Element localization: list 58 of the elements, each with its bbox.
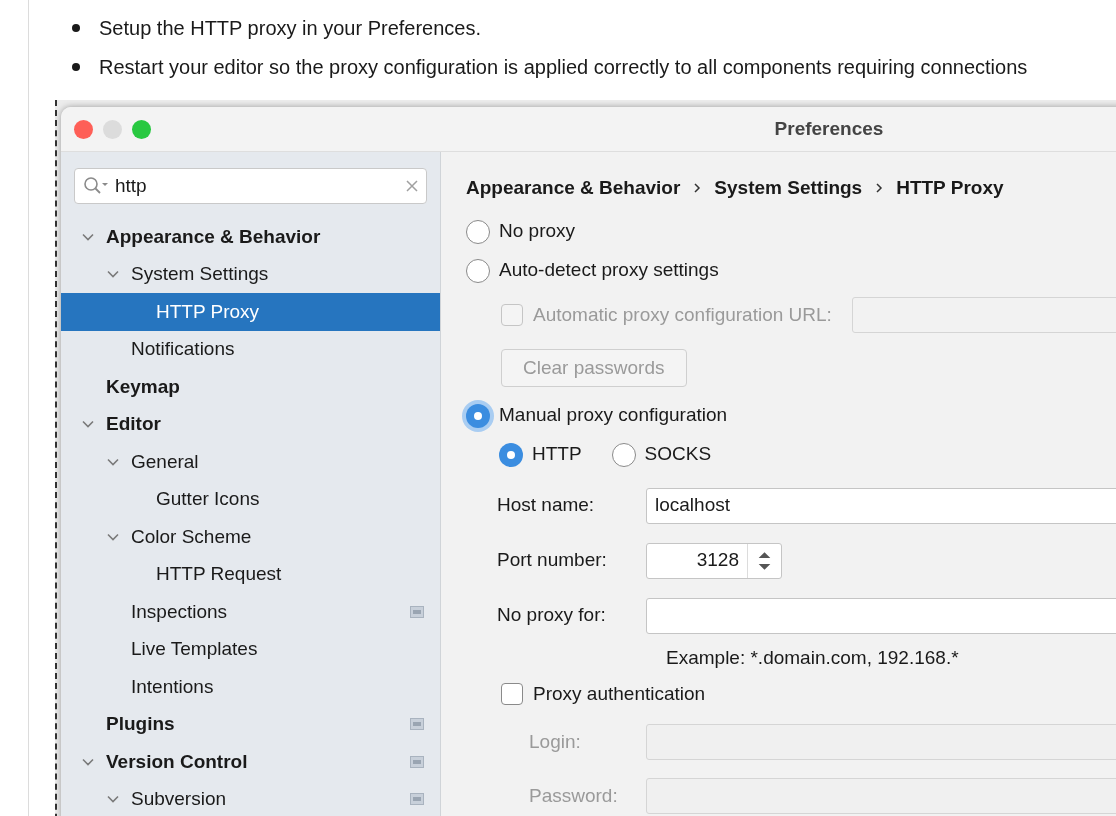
field-label: Login: [529, 729, 582, 754]
bullet-text: Restart your editor so the proxy configuration is applied correctly to all components requiring connections [99, 54, 1028, 80]
tree-item[interactable]: HTTP Request [61, 555, 440, 593]
text-field[interactable] [646, 597, 1116, 634]
project-scope-icon [410, 718, 424, 731]
radio-label[interactable]: Auto-detect proxy settings [499, 256, 719, 285]
chevron-icon [874, 182, 885, 194]
checkbox[interactable] [501, 683, 523, 705]
window-title: Preferences [774, 116, 884, 141]
field-label: Port number: [497, 548, 608, 573]
search-field[interactable]: http [74, 168, 427, 204]
tree-item[interactable]: Subversion [61, 780, 440, 816]
tree-item[interactable]: System Settings [61, 255, 440, 293]
url-field[interactable] [851, 297, 1116, 333]
port-spinner[interactable]: 3128 [646, 542, 782, 579]
radio-button[interactable] [466, 258, 490, 283]
radio-button[interactable] [466, 219, 490, 244]
search-icon [83, 176, 109, 196]
radio-label[interactable]: No proxy [499, 217, 576, 246]
breadcrumb[interactable]: System Settings [714, 173, 863, 203]
radio-button[interactable] [466, 403, 490, 428]
port-value: 3128 [695, 548, 740, 573]
tree-item[interactable]: HTTP Proxy [61, 293, 440, 331]
tree-item[interactable]: Version Control [61, 743, 440, 781]
tree-item[interactable]: Live Templates [61, 630, 440, 668]
tree-item[interactable]: Intentions [61, 668, 440, 706]
tree-item[interactable]: Color Scheme [61, 518, 440, 556]
tree-item[interactable]: Editor [61, 405, 440, 443]
tree-item[interactable]: Inspections [61, 593, 440, 631]
checkbox-label[interactable]: Proxy authentication [533, 679, 706, 709]
hint-text: Example: *.domain.com, 192.168.* [665, 645, 960, 670]
chevron-icon [692, 182, 703, 194]
radio-button[interactable] [499, 442, 523, 467]
bullet-icon [72, 23, 80, 32]
bullet-icon [72, 62, 80, 71]
radio-label[interactable]: Manual proxy configuration [499, 401, 728, 430]
field-label: Password: [529, 783, 619, 808]
breadcrumb[interactable]: HTTP Proxy [896, 173, 1004, 203]
field-label: Host name: [497, 493, 596, 518]
radio-label[interactable]: HTTP [532, 440, 582, 469]
field-label: No proxy for: [497, 603, 607, 628]
project-scope-icon [410, 793, 424, 806]
close-window-button[interactable] [74, 120, 93, 139]
tree-item[interactable]: Keymap [61, 368, 440, 406]
text-field[interactable]: localhost [646, 487, 1116, 524]
tree-item[interactable]: Plugins [61, 705, 440, 743]
radio-label[interactable]: SOCKS [644, 440, 712, 469]
project-scope-icon [410, 755, 424, 768]
clear-icon[interactable] [406, 180, 418, 192]
tree-item[interactable]: General [61, 443, 440, 481]
radio-button[interactable] [611, 442, 636, 467]
tree-item[interactable]: Gutter Icons [61, 480, 440, 518]
project-scope-icon [410, 605, 424, 618]
tree-item[interactable]: Notifications [61, 330, 440, 368]
tree-item[interactable]: Appearance & Behavior [61, 218, 440, 256]
breadcrumb[interactable]: Appearance & Behavior [466, 173, 681, 203]
bullet-text: Setup the HTTP proxy in your Preferences. [99, 15, 482, 41]
zoom-window-button[interactable] [132, 120, 151, 139]
